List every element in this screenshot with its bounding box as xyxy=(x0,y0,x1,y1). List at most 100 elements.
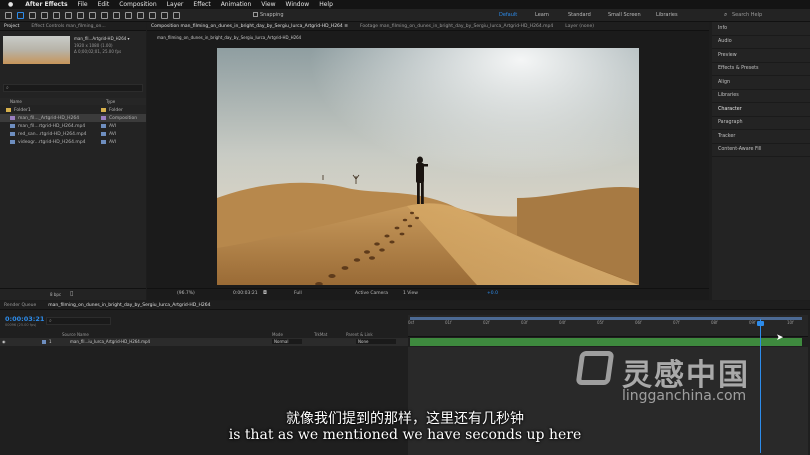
thumbnail-dimensions: 1920 x 1080 (1.00) xyxy=(74,43,113,48)
tab-project[interactable]: Project xyxy=(4,24,19,29)
bpc-label[interactable]: 8 bpc xyxy=(50,292,61,297)
tab-timeline-comp[interactable]: man_filming_on_dunes_in_bright_day_by_Se… xyxy=(48,303,210,308)
tab-footage[interactable]: Footage man_filming_on_dunes_in_bright_d… xyxy=(360,24,553,29)
item-type: AVI xyxy=(109,131,117,137)
panel-libraries[interactable]: Libraries xyxy=(712,90,810,103)
timeline-search-input[interactable]: ⌕ xyxy=(46,317,111,325)
puppet-tool-icon[interactable] xyxy=(173,11,180,19)
col-source-name[interactable]: Source Name xyxy=(62,332,89,337)
table-row[interactable]: ◉ 1 man_fil...iu_Iurca_Artgrid-HD_H264.m… xyxy=(0,338,408,346)
list-item[interactable]: red_san...rtgrid-HD_H264.mp4 AVI xyxy=(0,130,146,138)
selection-tool-icon[interactable] xyxy=(17,11,24,19)
col-mode[interactable]: Mode xyxy=(272,332,283,337)
zoom-tool-icon[interactable] xyxy=(41,11,48,19)
search-icon[interactable]: ⌕ xyxy=(724,11,727,19)
comp-subtab[interactable]: man_filming_on_dunes_in_bright_day_by_Se… xyxy=(157,35,301,40)
ruler-tick: 06f xyxy=(635,320,642,325)
clone-stamp-tool-icon[interactable] xyxy=(137,11,144,19)
menu-help[interactable]: Help xyxy=(319,1,333,8)
menu-layer[interactable]: Layer xyxy=(167,1,184,8)
menu-composition[interactable]: Composition xyxy=(119,1,156,8)
views-dropdown[interactable]: 1 View xyxy=(403,291,418,296)
tab-layer[interactable]: Layer (none) xyxy=(565,24,594,29)
workspace-libraries[interactable]: Libraries xyxy=(656,12,678,18)
playhead-handle[interactable] xyxy=(757,321,764,326)
ruler-tick: 0sf xyxy=(408,320,415,325)
item-name: Folder1 xyxy=(14,107,31,113)
timeline-fps-info: 00096 (25.00 fps) xyxy=(5,323,37,327)
panel-align[interactable]: Align xyxy=(712,76,810,90)
work-area-bar[interactable] xyxy=(410,317,802,320)
pen-tool-icon[interactable] xyxy=(101,11,108,19)
visibility-icon[interactable]: ◉ xyxy=(2,339,6,344)
apple-icon[interactable]: ● xyxy=(8,1,13,8)
search-help-input[interactable]: Search Help xyxy=(732,12,762,18)
menu-view[interactable]: View xyxy=(261,1,275,8)
menu-animation[interactable]: Animation xyxy=(221,1,252,8)
rotate-tool-icon[interactable] xyxy=(53,11,60,19)
col-parent-link[interactable]: Parent & Link xyxy=(346,332,373,337)
snapping-checkbox[interactable] xyxy=(253,12,258,17)
col-type[interactable]: Type xyxy=(106,99,115,104)
label-color xyxy=(101,108,106,112)
panel-content-aware-fill[interactable]: Content-Aware Fill xyxy=(712,144,810,157)
tab-effect-controls[interactable]: Effect Controls man_filming_on... xyxy=(31,24,105,29)
current-time[interactable]: 0:00:03:21 xyxy=(233,291,258,296)
zoom-dropdown[interactable]: (96.7%) xyxy=(177,291,195,296)
workspace-default[interactable]: Default xyxy=(499,12,517,18)
parent-dropdown[interactable]: None xyxy=(356,339,396,344)
subtitle-chinese: 就像我们提到的那样，这里还有几秒钟 xyxy=(286,411,524,427)
menubar: ● After Effects File Edit Composition La… xyxy=(0,0,810,9)
panel-info[interactable]: Info xyxy=(712,22,810,36)
workspace-standard[interactable]: Standard xyxy=(568,12,591,18)
list-item[interactable]: man_fil...rtgrid-HD_H264.mp4 AVI xyxy=(0,122,146,130)
exposure-value[interactable]: +0.0 xyxy=(487,291,498,296)
shape-tool-icon[interactable] xyxy=(89,11,96,19)
thumbnail-name[interactable]: man_fil...Artgrid-HD_H264 ▾ xyxy=(74,36,130,41)
camera-tool-icon[interactable] xyxy=(65,11,72,19)
ruler-tick: 08f xyxy=(711,320,718,325)
mode-dropdown[interactable]: Normal xyxy=(272,339,302,344)
col-name[interactable]: Name xyxy=(10,99,22,104)
workspace-learn[interactable]: Learn xyxy=(535,12,549,18)
list-item[interactable]: Folder1 Folder xyxy=(0,106,146,114)
panel-preview[interactable]: Preview xyxy=(712,49,810,63)
roto-brush-tool-icon[interactable] xyxy=(161,11,168,19)
list-item[interactable]: man_fil..._Artgrid-HD_H264 Composition xyxy=(0,114,146,122)
ruler-tick: 02f xyxy=(483,320,490,325)
type-tool-icon[interactable] xyxy=(113,11,120,19)
col-trkmat[interactable]: TrkMat xyxy=(314,332,327,337)
watermark-url: lingganchina.com xyxy=(622,388,747,404)
layer-label-color[interactable] xyxy=(42,340,46,344)
ruler-tick: 04f xyxy=(559,320,566,325)
ruler-tick: 10f xyxy=(787,320,794,325)
list-item[interactable]: videogr...rtgrid-HD_H264.mp4 AVI xyxy=(0,138,146,146)
hand-tool-icon[interactable] xyxy=(29,11,36,19)
tab-composition[interactable]: Composition man_filming_on_dunes_in_brig… xyxy=(151,24,348,29)
app-menu[interactable]: After Effects xyxy=(25,1,67,8)
tab-render-queue[interactable]: Render Queue xyxy=(4,303,36,308)
item-name: man_fil..._Artgrid-HD_H264 xyxy=(18,115,80,121)
panel-tracker[interactable]: Tracker xyxy=(712,130,810,144)
camera-snapshot-icon[interactable]: ◘ xyxy=(263,290,267,296)
workspace-small-screen[interactable]: Small Screen xyxy=(608,12,641,18)
panel-effects-presets[interactable]: Effects & Presets xyxy=(712,63,810,76)
layer-duration-bar[interactable] xyxy=(410,338,802,346)
project-search-input[interactable]: ⌕ xyxy=(3,84,143,92)
home-icon[interactable] xyxy=(5,11,12,19)
panel-character[interactable]: Character xyxy=(712,103,810,117)
resolution-dropdown[interactable]: Full xyxy=(294,291,302,296)
menu-edit[interactable]: Edit xyxy=(98,1,110,8)
menu-effect[interactable]: Effect xyxy=(193,1,210,8)
brush-tool-icon[interactable] xyxy=(125,11,132,19)
eraser-tool-icon[interactable] xyxy=(149,11,156,19)
trash-icon[interactable]: ▯ xyxy=(70,290,73,297)
pan-behind-tool-icon[interactable] xyxy=(77,11,84,19)
panel-audio[interactable]: Audio xyxy=(712,36,810,49)
camera-dropdown[interactable]: Active Camera xyxy=(355,291,388,296)
layer-name[interactable]: man_fil...iu_Iurca_Artgrid-HD_H264.mp4 xyxy=(70,339,150,344)
timeline-timecode[interactable]: 0:00:03:21 xyxy=(5,315,44,323)
menu-file[interactable]: File xyxy=(78,1,88,8)
menu-window[interactable]: Window xyxy=(286,1,310,8)
panel-paragraph[interactable]: Paragraph xyxy=(712,117,810,130)
